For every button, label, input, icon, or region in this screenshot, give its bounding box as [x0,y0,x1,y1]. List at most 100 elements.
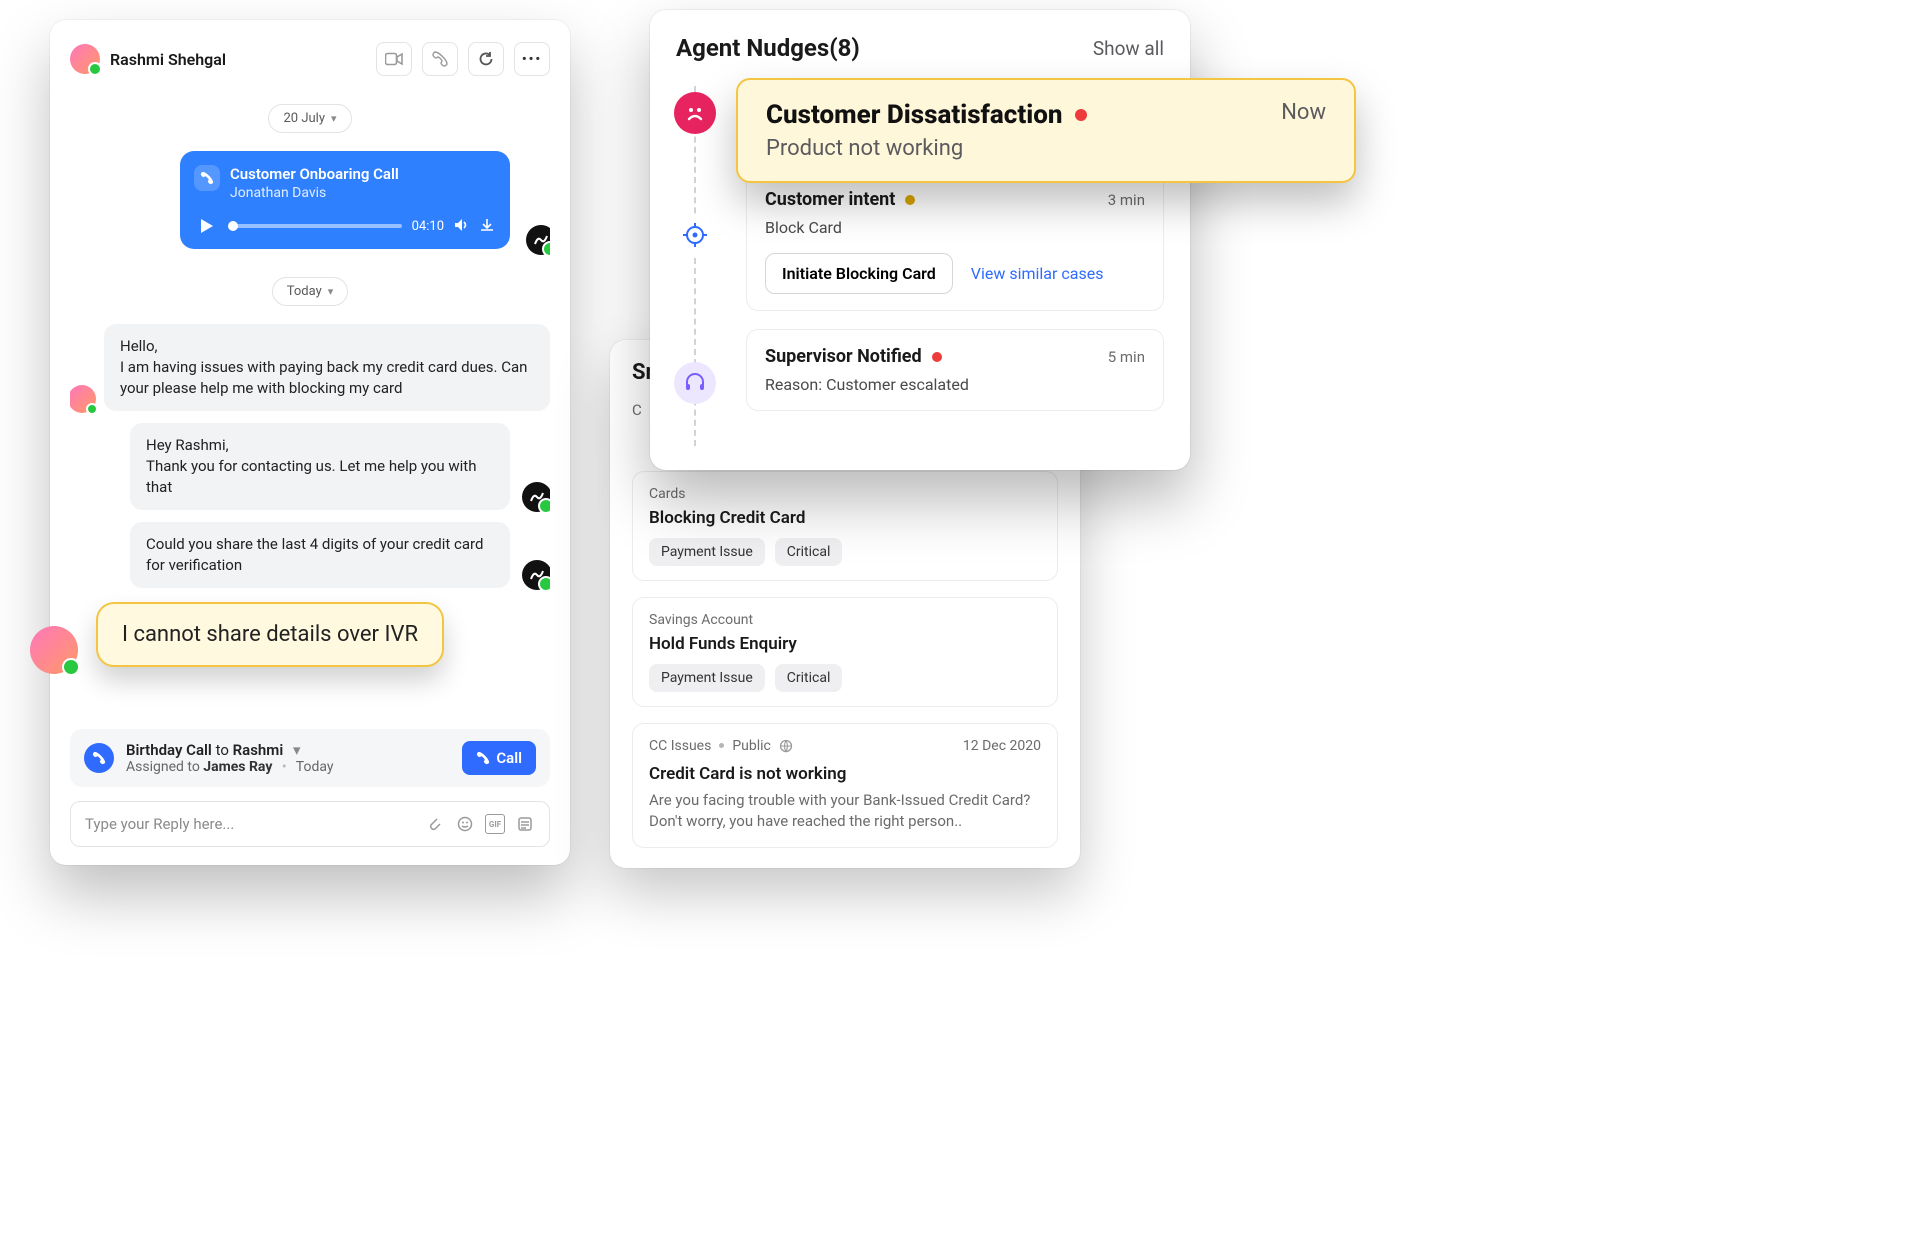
message-row: Hey Rashmi, Thank you for contacting us.… [130,423,510,510]
case-title: Blocking Credit Card [649,508,1041,528]
nudge-card[interactable]: Supervisor Notified 5 min Reason: Custom… [746,329,1164,411]
nudge-title: Customer intent [765,189,895,210]
audio-message[interactable]: Customer Onboaring Call Jonathan Davis 0… [180,151,510,249]
video-icon [385,52,403,66]
case-tag[interactable]: Payment Issue [649,538,765,566]
phone-icon [476,751,490,765]
audio-title: Customer Onboaring Call [230,165,494,183]
volume-icon [454,218,470,232]
globe-icon [779,739,793,753]
article-desc: Are you facing trouble with your Bank-Is… [649,790,1041,834]
phone-icon [84,743,114,773]
template-icon [517,816,533,832]
status-dot-amber [905,195,915,205]
show-all-link[interactable]: Show all [1093,37,1164,60]
nudge-subtitle: Block Card [765,218,1145,237]
nudge-time: 3 min [1108,191,1145,209]
call-button[interactable]: Call [462,741,536,775]
highlight-text: I cannot share details over IVR [122,622,418,647]
article-category: CC Issues [649,738,711,754]
call-to: to [216,741,229,759]
customer-avatar [70,44,100,74]
agent-logo-icon [531,230,550,250]
voice-call-button[interactable] [422,42,458,76]
reply-input[interactable]: Type your Reply here... GIF [70,801,550,847]
kb-article[interactable]: CC Issues Public 12 Dec 2020 Credit Card… [632,723,1058,849]
date-separator[interactable]: 20 July ▾ [268,104,351,133]
nudge-hero[interactable]: Customer Dissatisfaction Product not wor… [736,78,1356,183]
more-button[interactable]: ••• [514,42,550,76]
refresh-icon [478,51,494,67]
assigned-name: James Ray [203,759,272,775]
nudges-title: Agent Nudges(8) [676,34,860,62]
agent-avatar [526,225,550,255]
emoji-button[interactable] [455,814,475,834]
phone-icon [432,51,448,67]
presence-dot [86,403,98,415]
customer-avatar [70,385,96,413]
audio-subtitle: Jonathan Davis [230,185,494,201]
initiate-blocking-button[interactable]: Initiate Blocking Card [765,253,953,294]
call-info[interactable]: Birthday Call to Rashmi ▾ Assigned to Ja… [126,741,450,775]
template-button[interactable] [515,814,535,834]
download-icon [480,218,494,232]
frown-icon [682,100,708,126]
case-category: Savings Account [649,612,1041,628]
gif-button[interactable]: GIF [485,814,505,834]
target-icon [681,221,709,249]
agent-logo-icon [527,487,547,507]
supervisor-icon [674,362,716,404]
hero-subtitle: Product not working [766,136,1087,161]
video-call-button[interactable] [376,42,412,76]
headset-icon [683,371,707,395]
reply-placeholder: Type your Reply here... [85,815,415,833]
call-button-label: Call [496,749,522,767]
download-button[interactable] [480,217,494,236]
hero-time: Now [1281,100,1326,125]
audio-controls: 04:10 [196,215,494,237]
presence-dot [62,658,80,676]
emoji-icon [457,816,473,832]
volume-button[interactable] [454,217,470,236]
view-similar-link[interactable]: View similar cases [971,264,1104,283]
dissatisfaction-icon [674,92,716,134]
intent-icon [674,214,716,256]
reply-toolbar: GIF [425,814,535,834]
agent-avatar [522,560,550,590]
case-tag[interactable]: Critical [775,538,843,566]
audio-knob[interactable] [228,221,238,231]
audio-message-row: Customer Onboaring Call Jonathan Davis 0… [70,151,550,249]
customer-avatar-large [30,626,78,674]
audio-track[interactable] [228,224,402,228]
customer-highlight-message: I cannot share details over IVR [96,602,444,667]
phone-icon [194,165,220,191]
date-label: Today [287,284,322,299]
chat-user[interactable]: Rashmi Shehgal [70,44,226,74]
play-icon [201,219,213,233]
case-tag[interactable]: Payment Issue [649,664,765,692]
case-tag[interactable]: Critical [775,664,843,692]
chevron-down-icon: ▾ [331,112,337,125]
article-date: 12 Dec 2020 [963,738,1041,754]
agent-avatar [522,482,550,512]
audio-duration: 04:10 [412,219,444,234]
play-button[interactable] [196,215,218,237]
status-dot-red [1075,109,1087,121]
nudge-card[interactable]: Customer intent 3 min Block Card Initiat… [746,172,1164,311]
case-category: Cards [649,486,1041,502]
date-label: 20 July [283,111,325,126]
case-card[interactable]: Cards Blocking Credit Card Payment Issue… [632,471,1058,581]
scheduled-call-strip: Birthday Call to Rashmi ▾ Assigned to Ja… [70,729,550,787]
more-icon: ••• [522,52,542,67]
agent-logo-icon [527,565,547,585]
refresh-button[interactable] [468,42,504,76]
call-name: Rashmi [233,741,284,759]
case-card[interactable]: Savings Account Hold Funds Enquiry Payme… [632,597,1058,707]
article-visibility: Public [732,738,771,754]
paperclip-icon [427,816,443,832]
attachment-button[interactable] [425,814,445,834]
nudge-title: Supervisor Notified [765,346,922,367]
agent-message: Hey Rashmi, Thank you for contacting us.… [130,423,510,510]
date-separator[interactable]: Today ▾ [272,277,349,306]
chevron-down-icon: ▾ [328,285,334,298]
